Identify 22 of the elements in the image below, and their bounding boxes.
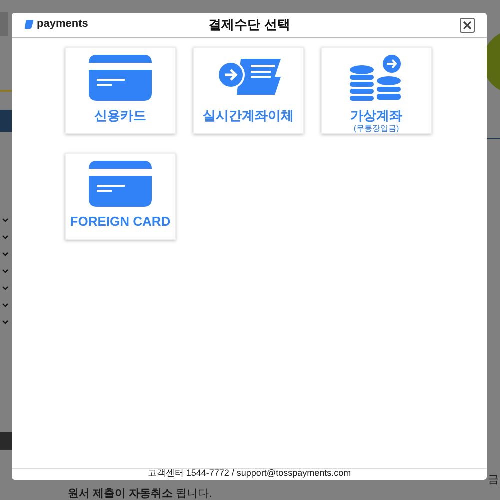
- close-icon: [463, 21, 472, 30]
- notice-text: 원서 제출이 자동취소 됩니다.: [68, 487, 212, 500]
- logo-icon: [24, 19, 35, 30]
- chevron-down-icon: [2, 320, 9, 325]
- chevron-down-icon: [2, 252, 9, 257]
- chevron-down-icon: [2, 303, 9, 308]
- credit-card-icon: [89, 55, 152, 101]
- dialog-title: 결제수단 선택: [208, 16, 290, 34]
- payment-method-button[interactable]: 신용카드: [65, 47, 176, 134]
- chevron-down-icon: [2, 269, 9, 274]
- payment-method-button[interactable]: 실시간계좌이체: [193, 47, 304, 134]
- payment-method-button[interactable]: FOREIGN CARD: [65, 153, 176, 240]
- chevron-down-icon: [2, 235, 9, 240]
- payment-method-button[interactable]: 가상계좌 (무통장입금): [321, 47, 432, 134]
- coin-stacks-icon: [350, 55, 404, 101]
- credit-card-icon: [89, 161, 152, 207]
- chevron-down-icon: [2, 218, 9, 223]
- support-contact-text: 고객센터 1544-7772 / support@tosspayments.com: [148, 469, 352, 480]
- page-text: 금: [488, 473, 499, 488]
- close-button[interactable]: [460, 18, 475, 33]
- logo-text: payments: [37, 19, 88, 30]
- chevron-down-icon: [2, 286, 9, 291]
